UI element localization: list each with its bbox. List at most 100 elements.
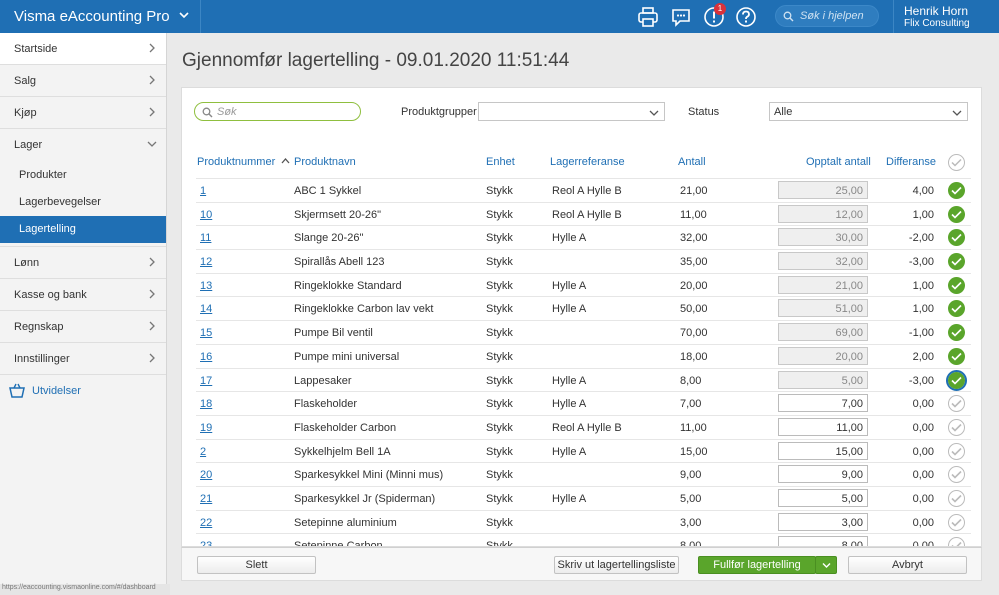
chevron-down-icon: [649, 110, 659, 116]
print-count-list-button[interactable]: Skriv ut lagertellingsliste: [554, 556, 679, 574]
complete-options-dropdown[interactable]: [815, 556, 837, 574]
counted-quantity-input[interactable]: 8,00: [778, 536, 868, 546]
column-header-product-name[interactable]: Produktnavn: [294, 156, 356, 168]
sidebar-item-regnskap[interactable]: Regnskap: [0, 311, 166, 343]
row-checkbox[interactable]: [948, 418, 965, 436]
sidebar-item-salg[interactable]: Salg: [0, 65, 166, 97]
row-checkbox[interactable]: [948, 395, 965, 413]
select-all-checkbox[interactable]: [948, 154, 965, 171]
product-number-link[interactable]: 18: [200, 398, 212, 410]
row-checkbox[interactable]: [948, 347, 965, 365]
row-checkbox[interactable]: [948, 276, 965, 294]
row-checkbox[interactable]: [948, 513, 965, 531]
row-checkbox[interactable]: [948, 205, 965, 223]
counted-quantity-input[interactable]: 3,00: [778, 512, 868, 531]
status-value: Alle: [774, 106, 793, 118]
row-checkbox[interactable]: [948, 253, 965, 271]
unit: Stykk: [486, 421, 513, 434]
difference: 0,00: [912, 469, 934, 482]
sidebar-item-innstillinger[interactable]: Innstillinger: [0, 343, 166, 375]
column-header-difference[interactable]: Differanse: [886, 156, 936, 168]
column-header-product-number[interactable]: Produktnummer: [197, 156, 290, 168]
help-search-input[interactable]: Søk i hjelpen: [775, 5, 879, 27]
row-checkbox[interactable]: [948, 182, 965, 199]
cancel-button[interactable]: Avbryt: [848, 556, 967, 574]
unit: Stykk: [486, 445, 513, 458]
product-number-link[interactable]: 14: [200, 303, 212, 315]
product-number-link[interactable]: 13: [200, 280, 212, 292]
sidebar-item-lagerbevegelser[interactable]: Lagerbevegelser: [0, 189, 166, 216]
sidebar-item-produkter[interactable]: Produkter: [0, 162, 166, 189]
counted-quantity-input: 12,00: [778, 204, 868, 223]
table-row: 12 Spirallås Abell 123 Stykk 35,00 32,00 -3,0…: [196, 249, 971, 273]
top-bar: Visma eAccounting Pro 1 Søk i hjelpen He…: [0, 0, 999, 33]
product-number-link[interactable]: 12: [200, 256, 212, 268]
column-header-label: Produktnummer: [197, 156, 276, 168]
counted-quantity-input[interactable]: 9,00: [778, 465, 868, 484]
complete-stocktake-button[interactable]: Fullfør lagertelling: [698, 556, 816, 574]
row-checkbox[interactable]: [948, 300, 965, 318]
counted-quantity-input[interactable]: 15,00: [778, 441, 868, 460]
sidebar-item-lagertelling[interactable]: Lagertelling: [0, 216, 166, 243]
counted-quantity-input[interactable]: 11,00: [778, 417, 868, 436]
quantity: 8,00: [680, 374, 702, 387]
chevron-down-icon[interactable]: [178, 9, 190, 21]
row-checkbox[interactable]: [948, 442, 965, 460]
product-number-link[interactable]: 1: [200, 185, 206, 197]
user-name[interactable]: Henrik Horn: [904, 4, 968, 18]
check-icon: [951, 423, 962, 432]
row-checkbox[interactable]: [948, 537, 965, 546]
chat-icon[interactable]: [669, 5, 693, 29]
product-number-link[interactable]: 16: [200, 351, 212, 363]
sidebar-item-kjop[interactable]: Kjøp: [0, 97, 166, 129]
counted-quantity-input[interactable]: 7,00: [778, 394, 868, 413]
product-number-link[interactable]: 23: [200, 540, 212, 546]
sidebar-item-startside[interactable]: Startside: [0, 33, 166, 65]
sidebar-item-utvidelser[interactable]: Utvidelser: [0, 375, 166, 407]
stock-reference: Reol A Hylle B: [552, 208, 622, 221]
product-number-link[interactable]: 15: [200, 327, 212, 339]
row-checkbox[interactable]: [948, 489, 965, 507]
product-number-link[interactable]: 10: [200, 209, 212, 221]
help-search-placeholder: Søk i hjelpen: [800, 10, 864, 22]
product-number-link[interactable]: 19: [200, 422, 212, 434]
sidebar-item-lonn[interactable]: Lønn: [0, 247, 166, 279]
product-name: Pumpe mini universal: [294, 350, 400, 363]
product-number-link[interactable]: 21: [200, 493, 212, 505]
chevron-right-icon: [149, 107, 155, 117]
check-icon: [951, 210, 962, 219]
search-input[interactable]: Søk: [194, 102, 361, 121]
column-header-quantity[interactable]: Antall: [678, 156, 706, 168]
product-number-link[interactable]: 22: [200, 517, 212, 529]
user-company[interactable]: Flix Consulting: [904, 18, 970, 29]
table-row: 13 Ringeklokke Standard Stykk Hylle A 20,00 2…: [196, 272, 971, 297]
status-select[interactable]: Alle: [769, 102, 968, 121]
sidebar-item-kasse-og-bank[interactable]: Kasse og bank: [0, 279, 166, 311]
help-icon[interactable]: [734, 5, 758, 29]
column-header-counted-quantity[interactable]: Opptalt antall: [806, 156, 871, 168]
product-name: Pumpe Bil ventil: [294, 327, 373, 340]
sidebar-item-label: Lønn: [14, 257, 40, 269]
product-name: ABC 1 Sykkel: [294, 185, 362, 197]
basket-icon: [9, 383, 25, 398]
row-checkbox[interactable]: [948, 324, 965, 342]
unit: Stykk: [486, 279, 513, 292]
delete-button[interactable]: Slett: [197, 556, 316, 574]
row-checkbox[interactable]: [946, 369, 967, 391]
counted-quantity-input[interactable]: 5,00: [778, 488, 868, 507]
sidebar-item-lager[interactable]: Lager: [0, 129, 166, 161]
sidebar-item-label: Utvidelser: [32, 385, 81, 397]
row-checkbox[interactable]: [948, 229, 965, 247]
table-header: Produktnummer Produktnavn Enhet Lagerref…: [196, 148, 971, 178]
product-number-link[interactable]: 20: [200, 469, 212, 481]
row-checkbox[interactable]: [948, 466, 965, 484]
product-name: Setepinne Carbon: [294, 540, 383, 547]
app-title[interactable]: Visma eAccounting Pro: [14, 8, 170, 25]
product-number-link[interactable]: 11: [200, 232, 211, 244]
column-header-stock-reference[interactable]: Lagerreferanse: [550, 156, 625, 168]
print-icon[interactable]: [636, 5, 660, 29]
product-number-link[interactable]: 2: [200, 446, 206, 458]
product-number-link[interactable]: 17: [200, 375, 212, 387]
column-header-unit[interactable]: Enhet: [486, 156, 515, 168]
product-groups-select[interactable]: [478, 102, 665, 121]
